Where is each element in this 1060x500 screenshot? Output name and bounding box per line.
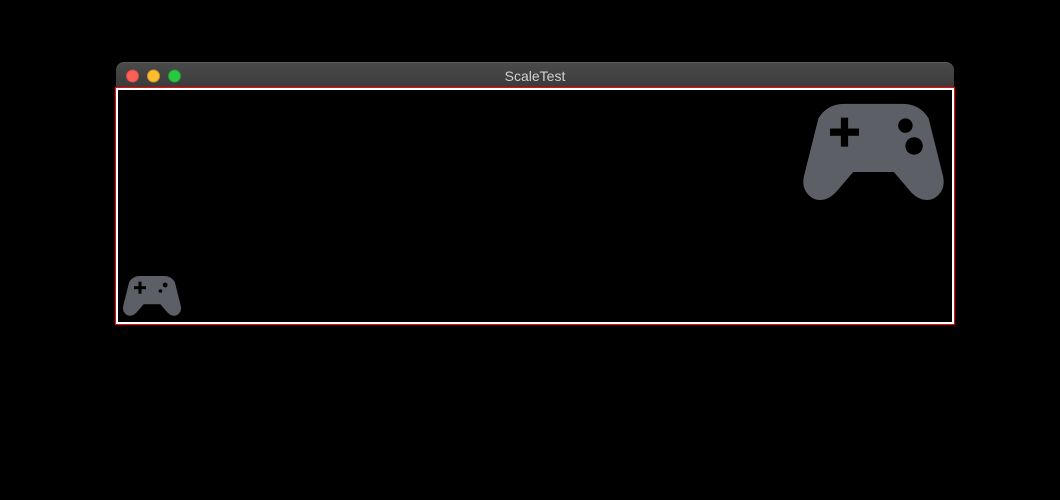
minimize-button[interactable] bbox=[147, 69, 160, 82]
content-area bbox=[116, 88, 954, 324]
game-controller-icon bbox=[801, 96, 946, 206]
titlebar[interactable]: ScaleTest bbox=[116, 62, 954, 88]
app-window: ScaleTest bbox=[116, 62, 954, 324]
window-title: ScaleTest bbox=[116, 68, 954, 84]
game-controller-icon-svg bbox=[122, 273, 182, 318]
maximize-button[interactable] bbox=[168, 69, 181, 82]
game-controller-icon-svg bbox=[801, 96, 946, 206]
close-button[interactable] bbox=[126, 69, 139, 82]
game-controller-icon bbox=[122, 273, 182, 318]
traffic-lights bbox=[126, 69, 181, 82]
